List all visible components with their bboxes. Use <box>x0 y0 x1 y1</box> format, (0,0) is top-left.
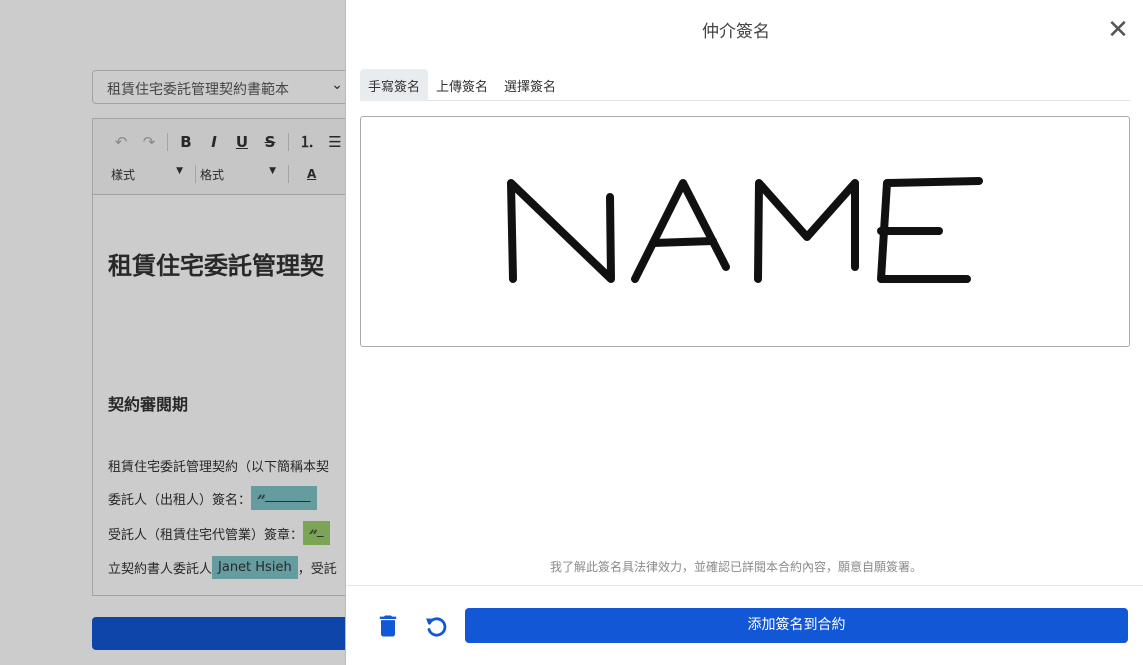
add-signature-button[interactable]: 添加簽名到合約 <box>465 608 1128 643</box>
modal-title: 仲介簽名 <box>702 22 770 42</box>
legal-disclaimer: 我了解此簽名具法律效力，並確認已詳閱本合約內容，願意自願簽署。 <box>549 560 922 574</box>
signature-canvas[interactable] <box>360 116 1130 347</box>
undo-icon[interactable] <box>422 612 450 640</box>
signature-tabs: 手寫簽名 上傳簽名 選擇簽名 <box>360 69 1130 101</box>
trash-icon[interactable] <box>374 612 402 640</box>
tab-upload[interactable]: 上傳簽名 <box>428 69 496 101</box>
signature-stroke-n <box>507 179 615 283</box>
signature-modal: 仲介簽名 ✕ 手寫簽名 上傳簽名 選擇簽名 我了解此簽名具法律效力，並確認已詳閱… <box>345 0 1143 665</box>
handwritten-signature <box>507 177 983 283</box>
signature-stroke-m <box>754 179 859 283</box>
signature-stroke-a <box>631 179 730 283</box>
tab-handwritten[interactable]: 手寫簽名 <box>360 69 429 101</box>
modal-footer: 添加簽名到合約 <box>346 585 1143 665</box>
close-icon[interactable]: ✕ <box>1105 17 1131 43</box>
signature-stroke-a-bar <box>649 237 717 247</box>
tab-choose[interactable]: 選擇簽名 <box>496 69 564 101</box>
